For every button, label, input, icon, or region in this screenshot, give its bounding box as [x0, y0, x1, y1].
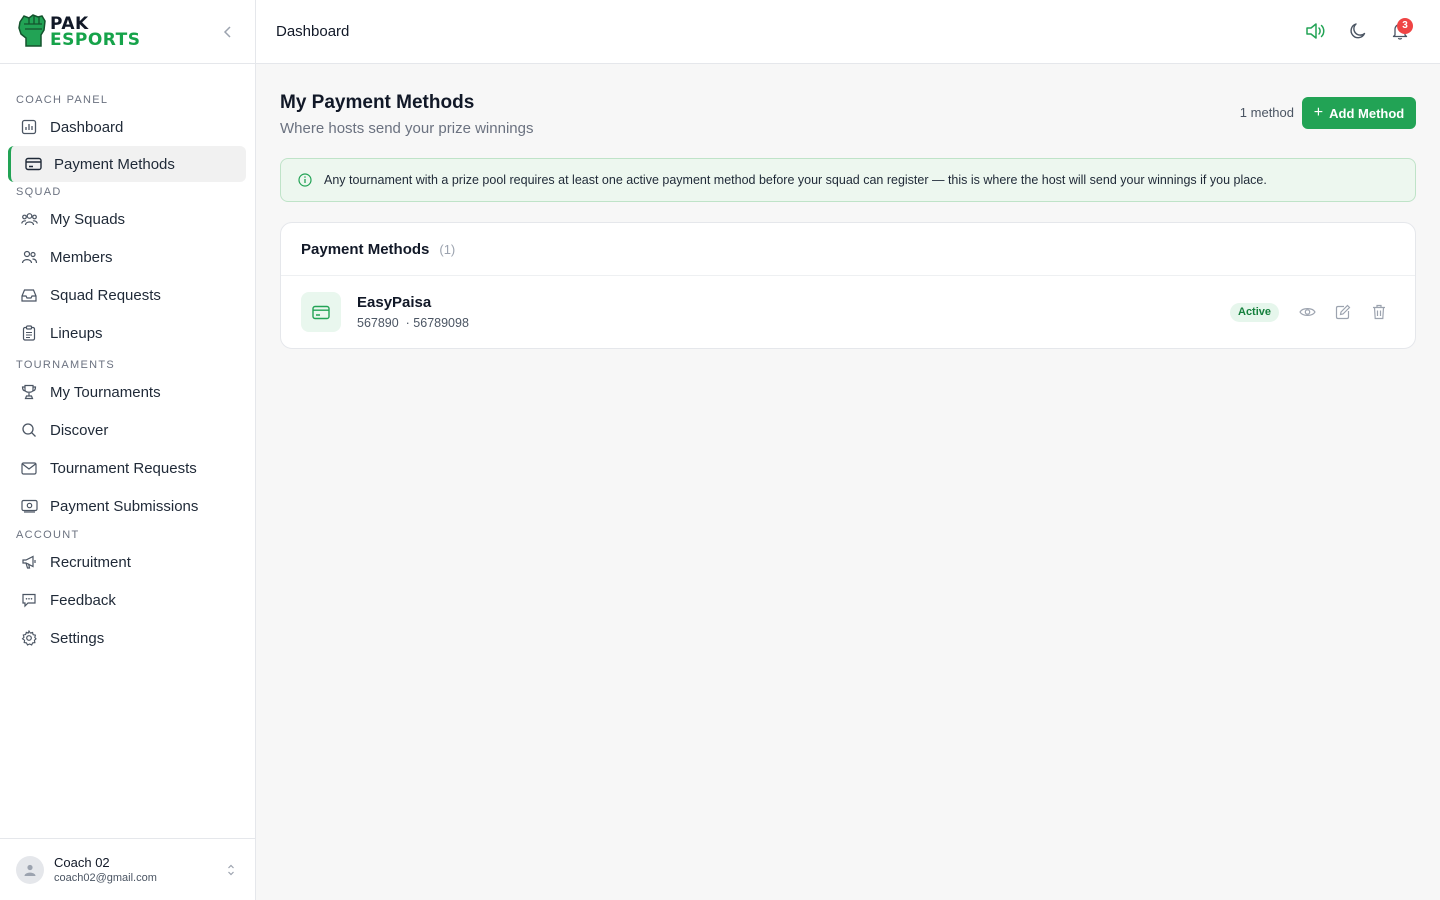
megaphone-icon — [20, 553, 38, 571]
info-alert: Any tournament with a prize pool require… — [280, 158, 1416, 202]
page-title: My Payment Methods — [280, 92, 475, 113]
logo-text-line2: ESPORTS — [50, 30, 141, 50]
sidebar-item-label: Payment Submissions — [50, 497, 199, 515]
user-menu[interactable]: Coach 02 coach02@gmail.com — [0, 838, 255, 900]
breadcrumb: Dashboard — [276, 23, 350, 40]
method-account-detail: 567890 · 56789098 — [357, 316, 469, 330]
sidebar-item-label: Feedback — [50, 591, 116, 609]
sidebar-item-label: Recruitment — [50, 553, 131, 571]
info-alert-text: Any tournament with a prize pool require… — [324, 173, 1267, 187]
sidebar-item-payment-submissions[interactable]: Payment Submissions — [0, 487, 255, 525]
card-count: (1) — [439, 241, 456, 257]
section-label-squad: SQUAD — [16, 186, 62, 198]
sidebar-item-lineups[interactable]: Lineups — [0, 314, 255, 352]
avatar — [16, 855, 44, 884]
sidebar-item-discover[interactable]: Discover — [0, 411, 255, 449]
sidebar-item-my-tournaments[interactable]: My Tournaments — [0, 373, 255, 411]
users-group-icon — [20, 210, 38, 228]
edit-method-button[interactable] — [1334, 303, 1352, 321]
sidebar-item-tournament-requests[interactable]: Tournament Requests — [0, 449, 255, 487]
payment-method-row[interactable]: EasyPaisa 567890 · 56789098 Active — [281, 276, 1415, 348]
payment-methods-card: Payment Methods (1) EasyPaisa 567890 · 5… — [280, 222, 1416, 349]
cash-icon — [20, 497, 38, 515]
sidebar-item-label: Payment Methods — [54, 155, 175, 173]
delete-method-button[interactable] — [1370, 303, 1388, 321]
sidebar-item-recruitment[interactable]: Recruitment — [0, 543, 255, 581]
sidebar-item-label: Squad Requests — [50, 286, 161, 304]
topbar: Dashboard 3 — [256, 0, 1440, 64]
sidebar-item-label: Lineups — [50, 324, 103, 342]
sidebar-item-label: Discover — [50, 421, 109, 439]
trash-icon — [1373, 304, 1385, 320]
view-method-button[interactable] — [1298, 303, 1316, 321]
chart-bar-icon — [20, 118, 38, 136]
moon-icon — [1350, 23, 1366, 39]
trophy-icon — [20, 383, 38, 401]
sidebar-item-feedback[interactable]: Feedback — [0, 581, 255, 619]
message-icon — [20, 591, 38, 609]
eye-icon — [1298, 308, 1316, 316]
gear-icon — [20, 629, 38, 647]
fist-logo-icon — [18, 14, 46, 47]
sidebar: PAK ESPORTS COACH PANEL Dashboard Paymen… — [0, 0, 256, 900]
status-badge: Active — [1230, 303, 1280, 322]
sidebar-item-label: Settings — [50, 629, 105, 647]
user-icon — [24, 864, 36, 876]
method-name: EasyPaisa — [357, 294, 432, 311]
edit-icon — [1335, 304, 1351, 320]
add-method-button[interactable]: + Add Method — [1302, 97, 1416, 129]
sidebar-item-settings[interactable]: Settings — [0, 619, 255, 657]
sound-toggle-button[interactable] — [1305, 20, 1327, 42]
add-method-label: Add Method — [1329, 105, 1405, 121]
info-icon — [298, 172, 314, 188]
chevron-up-down-icon — [228, 864, 234, 876]
brand-header: PAK ESPORTS — [0, 0, 255, 64]
section-label-coach-panel: COACH PANEL — [16, 94, 109, 106]
credit-card-icon — [301, 292, 341, 332]
search-icon — [20, 421, 38, 439]
chevron-left-icon — [223, 26, 231, 38]
collapse-sidebar-button[interactable] — [218, 22, 238, 42]
notification-count-badge: 3 — [1397, 18, 1413, 34]
speaker-icon — [1306, 23, 1325, 39]
theme-toggle-button[interactable] — [1347, 20, 1369, 42]
sidebar-item-label: Dashboard — [50, 118, 124, 136]
method-count: 1 method — [1239, 105, 1294, 120]
sidebar-item-label: Members — [50, 248, 113, 266]
users-icon — [20, 248, 38, 266]
credit-card-icon — [24, 155, 42, 173]
sidebar-item-my-squads[interactable]: My Squads — [0, 200, 255, 238]
card-title: Payment Methods — [301, 240, 430, 258]
mail-icon — [20, 459, 38, 477]
sidebar-item-payment-methods[interactable]: Payment Methods — [8, 146, 246, 182]
sidebar-item-dashboard[interactable]: Dashboard — [0, 108, 255, 146]
sidebar-item-label: My Tournaments — [50, 383, 161, 401]
sidebar-item-label: My Squads — [50, 210, 126, 228]
section-label-tournaments: TOURNAMENTS — [16, 359, 116, 371]
inbox-icon — [20, 286, 38, 304]
sidebar-nav: COACH PANEL Dashboard Payment Methods SQ… — [0, 64, 255, 657]
sidebar-item-squad-requests[interactable]: Squad Requests — [0, 276, 255, 314]
logo[interactable]: PAK ESPORTS — [16, 12, 140, 52]
user-name: Coach 02 — [54, 855, 110, 870]
plus-icon: + — [1313, 104, 1324, 121]
user-email: coach02@gmail.com — [54, 872, 157, 884]
page-subtitle: Where hosts send your prize winnings — [280, 120, 534, 137]
sidebar-item-label: Tournament Requests — [50, 459, 197, 477]
section-label-account: ACCOUNT — [16, 529, 80, 541]
clipboard-icon — [20, 324, 38, 342]
sidebar-item-members[interactable]: Members — [0, 238, 255, 276]
